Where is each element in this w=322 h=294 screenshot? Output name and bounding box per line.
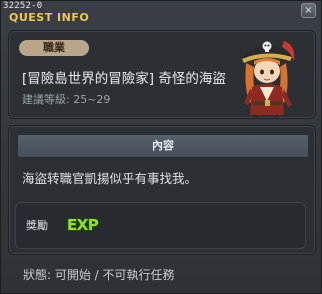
job-badge: 職業 [19,40,89,56]
reward-label: 獎勵 [26,219,48,232]
recommended-level: 建議等級: 25~29 [22,93,111,106]
quest-status: 狀態: 可開始 / 不可執行任務 [23,268,175,282]
pirate-npc-icon [242,41,295,119]
quest-name: [冒險島世界的冒險家] 奇怪的海盜 [22,71,226,87]
quest-info-window: 32252-0 QUEST INFO × 職業 [冒險島世界的冒險家] 奇怪的海… [0,0,322,294]
quest-description: 海盜转職官凱揚似乎有事找我。 [22,171,198,186]
quest-summary-panel: 職業 [冒險島世界的冒險家] 奇怪的海盜 建議等級: 25~29 [8,30,316,119]
reward-box: 獎勵 EXP [15,202,306,249]
exp-icon: EXP [66,215,100,235]
window-title: QUEST INFO [9,11,90,24]
close-button[interactable]: × [301,3,316,18]
quest-id: 32252-0 [3,1,43,11]
quest-content-panel: 內容 海盜转職官凱揚似乎有事找我。 獎勵 EXP [8,125,316,255]
content-header: 內容 [17,134,309,158]
exp-text: EXP [67,216,99,234]
